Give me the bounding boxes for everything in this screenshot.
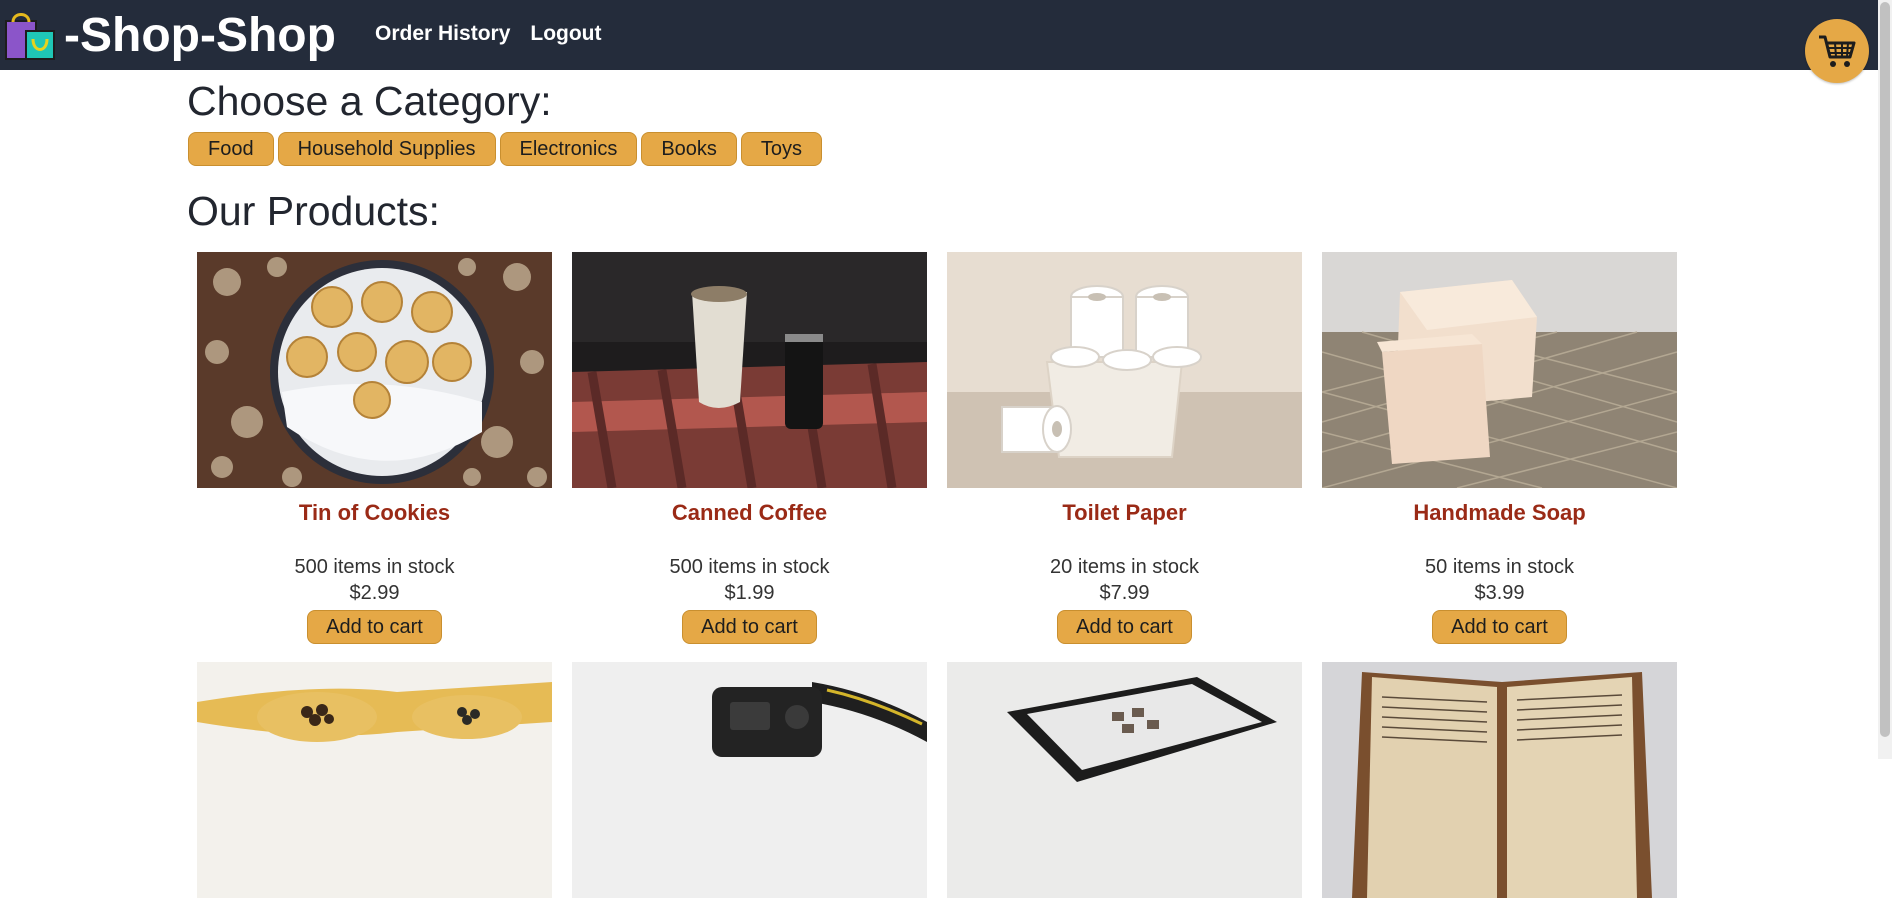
- product-card: [197, 662, 552, 898]
- toilet-paper-image: [947, 252, 1302, 488]
- product-image[interactable]: [947, 662, 1302, 898]
- product-card: Canned Coffee 500 items in stock $1.99 A…: [572, 252, 927, 644]
- product-card: Toilet Paper 20 items in stock $7.99 Add…: [947, 252, 1302, 644]
- product-name-link[interactable]: Tin of Cookies: [197, 500, 552, 526]
- page-scrollbar[interactable]: [1878, 0, 1892, 759]
- product-price: $2.99: [349, 582, 400, 604]
- site-title: -Shop-Shop: [64, 9, 336, 62]
- shopping-bag-logo-icon: [5, 13, 55, 60]
- product-name-link[interactable]: Handmade Soap: [1322, 500, 1677, 526]
- category-toys-button[interactable]: Toys: [740, 132, 823, 166]
- product-card: [947, 662, 1302, 898]
- product-price: $7.99: [1099, 582, 1150, 604]
- add-to-cart-button[interactable]: Add to cart: [307, 610, 442, 644]
- product-stock: 500 items in stock: [294, 556, 455, 578]
- nav-links: Order History Logout: [375, 22, 602, 46]
- category-household-supplies-button[interactable]: Household Supplies: [277, 132, 496, 166]
- old-book-image: [1322, 662, 1677, 898]
- category-list: Food Household Supplies Electronics Book…: [188, 132, 823, 166]
- camera-image: [572, 662, 927, 898]
- product-stock: 50 items in stock: [1425, 556, 1574, 578]
- product-name-link[interactable]: Canned Coffee: [572, 500, 927, 526]
- product-card: Tin of Cookies 500 items in stock $2.99 …: [197, 252, 552, 644]
- top-navbar: -Shop-Shop Order History Logout: [0, 0, 1892, 70]
- shopping-cart-icon: [1819, 35, 1856, 67]
- logout-link[interactable]: Logout: [530, 22, 601, 46]
- product-image[interactable]: [197, 252, 552, 488]
- cookie-tin-image: [197, 252, 552, 488]
- spice-spoons-image: [197, 662, 552, 898]
- add-to-cart-button[interactable]: Add to cart: [1432, 610, 1567, 644]
- category-books-button[interactable]: Books: [641, 132, 737, 166]
- cart-button[interactable]: [1805, 19, 1869, 83]
- category-heading: Choose a Category:: [187, 78, 552, 124]
- product-card: [1322, 662, 1677, 898]
- product-stock: 500 items in stock: [669, 556, 830, 578]
- category-electronics-button[interactable]: Electronics: [499, 132, 638, 166]
- category-food-button[interactable]: Food: [188, 132, 274, 166]
- add-to-cart-button[interactable]: Add to cart: [1057, 610, 1192, 644]
- product-stock: 20 items in stock: [1050, 556, 1199, 578]
- product-image[interactable]: [947, 252, 1302, 488]
- product-image[interactable]: [572, 662, 927, 898]
- product-price: $1.99: [724, 582, 775, 604]
- brand[interactable]: -Shop-Shop: [4, 8, 336, 64]
- product-card: Handmade Soap 50 items in stock $3.99 Ad…: [1322, 252, 1677, 644]
- product-image[interactable]: [572, 252, 927, 488]
- order-history-link[interactable]: Order History: [375, 22, 510, 46]
- product-image[interactable]: [197, 662, 552, 898]
- scrollbar-thumb[interactable]: [1880, 2, 1890, 737]
- products-heading: Our Products:: [187, 188, 440, 234]
- add-to-cart-button[interactable]: Add to cart: [682, 610, 817, 644]
- product-image[interactable]: [1322, 662, 1677, 898]
- product-image[interactable]: [1322, 252, 1677, 488]
- product-grid: Tin of Cookies 500 items in stock $2.99 …: [197, 252, 1677, 898]
- product-name-link[interactable]: Toilet Paper: [947, 500, 1302, 526]
- tablet-image: [947, 662, 1302, 898]
- canned-coffee-image: [572, 252, 927, 488]
- product-price: $3.99: [1474, 582, 1525, 604]
- product-card: [572, 662, 927, 898]
- handmade-soap-image: [1322, 252, 1677, 488]
